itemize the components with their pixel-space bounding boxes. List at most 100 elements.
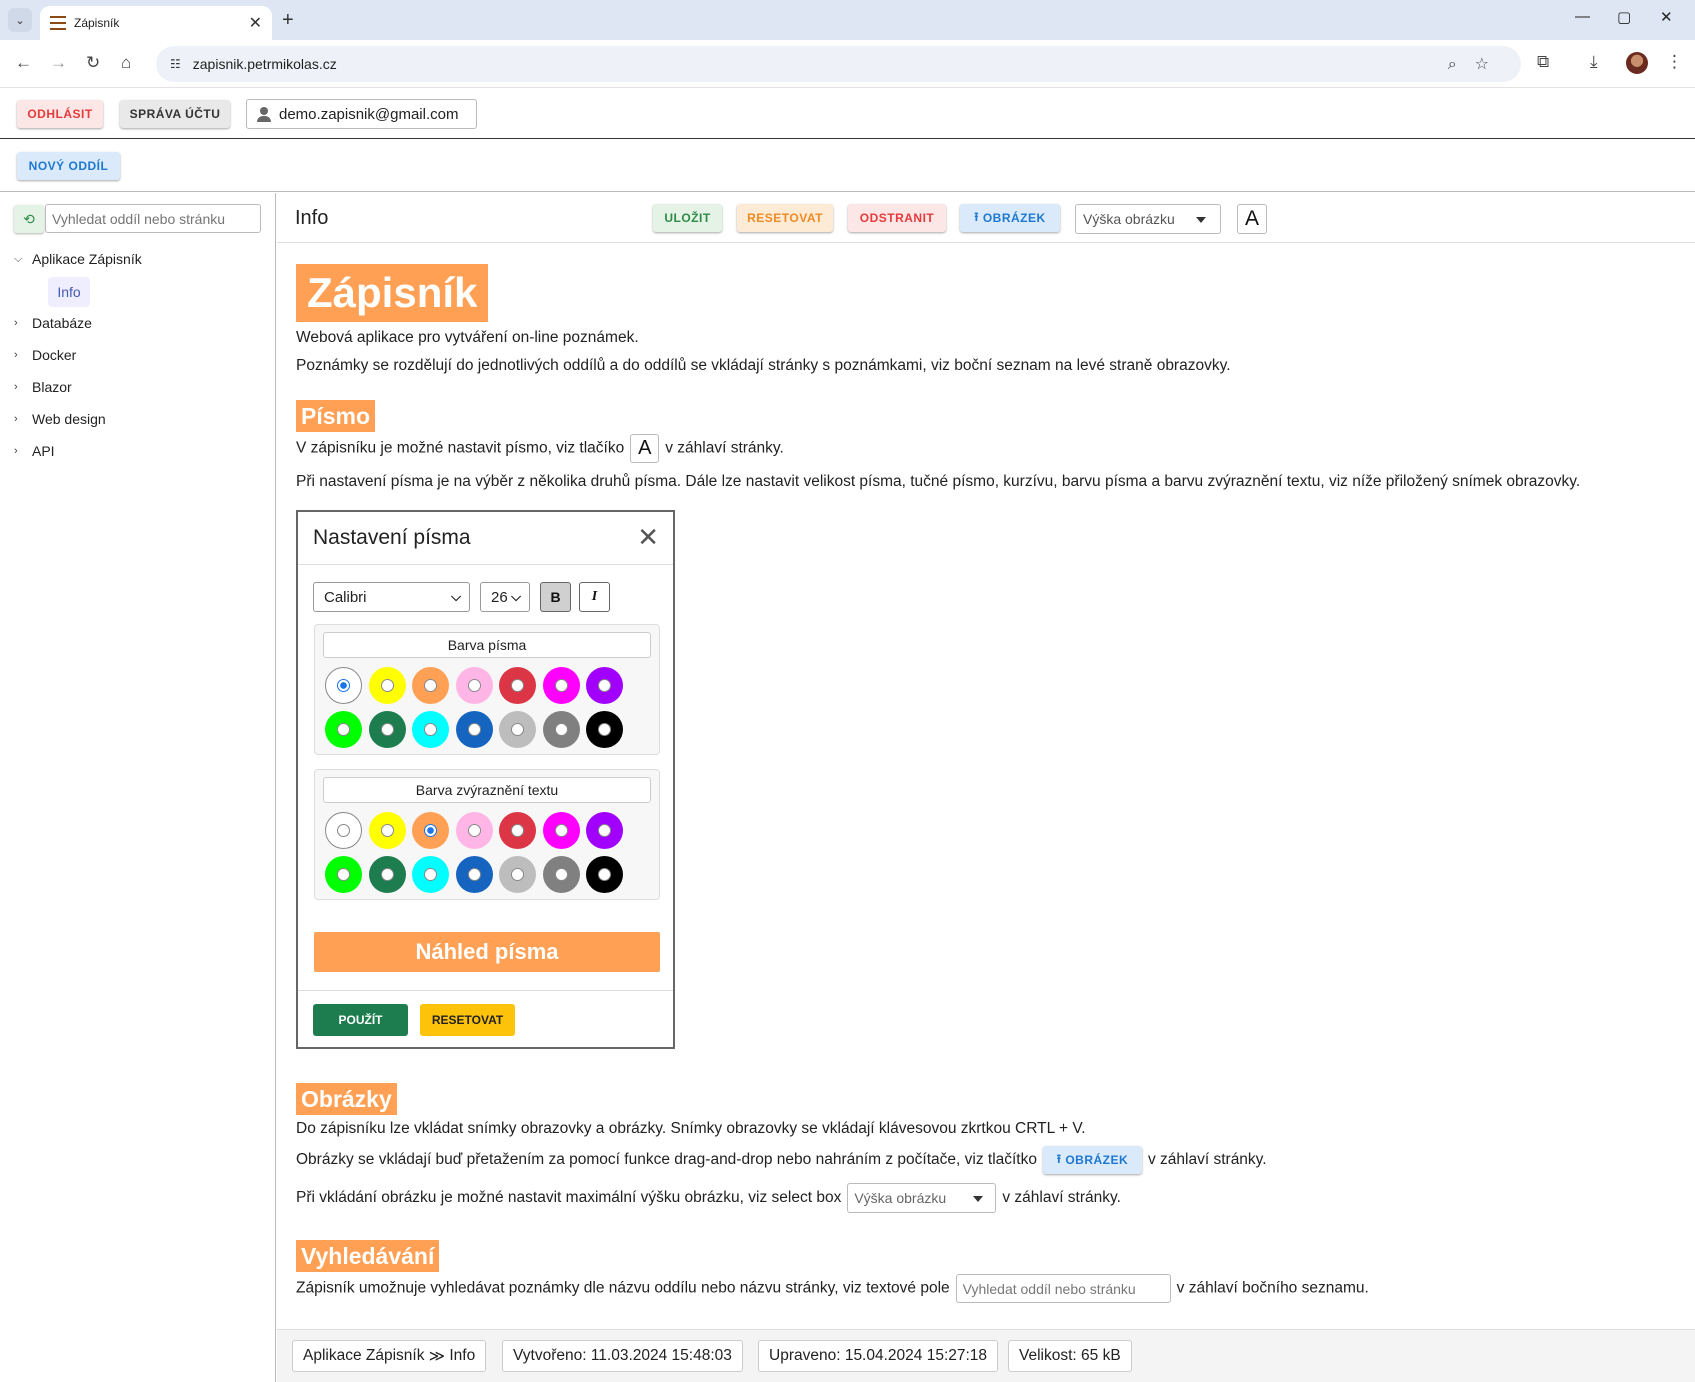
paragraph-text: Obrázky se vkládají buď přetažením za po… (296, 1151, 1037, 1169)
browser-menu-icon[interactable]: ⋮ (1666, 52, 1683, 72)
bookmark-star-icon[interactable]: ☆ (1475, 56, 1507, 73)
divider (298, 990, 673, 991)
dialog-reset-button: RESETOVAT (420, 1004, 515, 1036)
paragraph-text: v záhlaví stránky. (665, 439, 784, 457)
highlight-color-swatch (325, 812, 362, 849)
tree-item-label: Aplikace Zápisník (32, 251, 142, 267)
radio-dot (424, 723, 437, 736)
highlight-color-group: Barva zvýraznění textu (314, 769, 660, 900)
close-window-icon[interactable]: ✕ (1660, 8, 1673, 26)
highlight-color-swatch (368, 856, 406, 893)
paragraph: Poznámky se rozdělují do jednotlivých od… (296, 357, 1231, 374)
tree-item-label: Blazor (32, 379, 72, 395)
minimize-window-icon[interactable]: — (1575, 8, 1590, 25)
font-color-swatch (542, 711, 580, 748)
chevron-right-icon[interactable]: › (14, 381, 32, 393)
font-color-swatch (325, 711, 362, 748)
paragraph: Webová aplikace pro vytváření on-line po… (296, 329, 639, 346)
new-tab-plus-icon[interactable]: + (282, 9, 294, 32)
chevron-down-icon: ⌵ (511, 589, 521, 604)
breadcrumb-separator-icon: ≫ (428, 1347, 446, 1365)
forward-arrow-icon[interactable]: → (50, 53, 67, 73)
site-info-icon[interactable]: ☷ (170, 57, 181, 71)
radio-dot (424, 679, 437, 692)
font-settings-button[interactable]: A (1237, 204, 1267, 234)
save-button[interactable]: ULOŽIT (653, 204, 722, 232)
maximize-window-icon[interactable]: ▢ (1617, 8, 1631, 26)
sidebar-search-input[interactable] (45, 204, 261, 233)
image-height-placeholder: Výška obrázku (1083, 211, 1175, 227)
italic-toggle: I (579, 582, 610, 612)
tree-item-aplikace-zapisnik[interactable]: ⌵ Aplikace Zápisník (14, 251, 142, 267)
tree-item-blazor[interactable]: › Blazor (14, 379, 72, 395)
footer-breadcrumb: Aplikace Zápisník ≫ Info (292, 1340, 487, 1372)
refresh-icon[interactable]: ⟲ (14, 205, 44, 233)
radio-dot (511, 868, 524, 881)
browser-tab[interactable]: Zápisník ✕ (40, 6, 272, 40)
tree-item-docker[interactable]: › Docker (14, 347, 76, 363)
image-upload-button[interactable]: ⭱ OBRÁZEK (960, 204, 1060, 232)
tree-item-api[interactable]: › API (14, 443, 55, 459)
inline-search-input: Vyhledat oddíl nebo stránku (955, 1274, 1171, 1303)
chevron-down-icon: ⌵ (451, 589, 461, 604)
font-family-value: Calibri (324, 588, 367, 606)
radio-dot (380, 824, 394, 837)
radio-dot (554, 679, 568, 692)
font-color-swatch (499, 667, 536, 704)
profile-avatar[interactable] (1626, 52, 1648, 74)
download-icon[interactable]: ⤓ (1590, 52, 1598, 72)
delete-button[interactable]: ODSTRANIT (848, 204, 946, 232)
browser-tab-title: Zápisník (74, 16, 120, 30)
image-height-select[interactable]: Výška obrázku (1075, 204, 1221, 234)
address-bar[interactable]: ☷ zapisnik.petrmikolas.cz ⌕☆ (156, 46, 1521, 82)
radio-dot (424, 824, 437, 837)
radio-dot (380, 679, 394, 692)
close-icon: ✕ (637, 522, 659, 552)
caret-down-icon (1196, 217, 1206, 223)
paragraph-text: Zápisník umožnuje vyhledávat poznámky dl… (296, 1279, 950, 1297)
highlight-color-swatch (542, 812, 580, 849)
paragraph: Do zápisníku lze vkládat snímky obrazovk… (296, 1120, 1086, 1137)
back-arrow-icon[interactable]: ← (15, 53, 32, 73)
paragraph: Zápisník umožnuje vyhledávat poznámky dl… (296, 1274, 1369, 1303)
font-dialog-screenshot: Nastavení písma ✕ Calibri ⌵ 26 ⌵ B I Bar… (296, 510, 675, 1049)
close-tab-icon[interactable]: ✕ (249, 13, 262, 33)
chevron-down-icon[interactable]: ⌵ (14, 253, 32, 266)
paragraph-text: Při vkládání obrázku je možné nastavit m… (296, 1189, 842, 1207)
radio-dot (467, 679, 481, 692)
font-family-select: Calibri ⌵ (313, 582, 470, 612)
radio-dot (598, 723, 611, 736)
page-header: Info ULOŽIT RESETOVAT ODSTRANIT ⭱ OBRÁZE… (277, 193, 1695, 243)
highlight-color-swatch (412, 856, 449, 893)
paragraph: Při nastavení písma je na výběr z několi… (296, 473, 1581, 490)
new-section-button[interactable]: NOVÝ ODDÍL (17, 152, 120, 180)
account-management-button[interactable]: SPRÁVA ÚČTU (120, 100, 230, 128)
zoom-icon[interactable]: ⌕ (1448, 56, 1475, 73)
tree-item-info[interactable]: Info (48, 277, 90, 307)
heading-pismo: Písmo (296, 400, 376, 432)
tree-item-label: Databáze (32, 315, 92, 331)
dialog-title: Nastavení písma (313, 526, 471, 549)
chevron-right-icon[interactable]: › (14, 413, 32, 425)
reset-button[interactable]: RESETOVAT (737, 204, 833, 232)
font-color-swatch (499, 711, 536, 748)
tab-search-chevron-icon[interactable]: ⌄ (8, 8, 32, 32)
logout-button[interactable]: ODHLÁSIT (17, 100, 103, 128)
user-email-box: demo.zapisnik@gmail.com (246, 99, 477, 129)
paragraph-text: v záhlaví stránky. (1148, 1151, 1267, 1169)
radio-dot (511, 824, 524, 837)
font-color-swatch (325, 667, 362, 704)
tree-item-web-design[interactable]: › Web design (14, 411, 106, 427)
chevron-right-icon[interactable]: › (14, 445, 32, 457)
upload-icon: ⭱ (974, 209, 983, 224)
radio-dot (554, 723, 568, 736)
highlight-color-swatch (586, 812, 623, 849)
font-size-select: 26 ⌵ (480, 582, 530, 612)
extensions-icon[interactable]: ⧉ (1537, 52, 1549, 72)
reload-icon[interactable]: ↻ (86, 53, 100, 73)
font-color-group: Barva písma (314, 624, 660, 755)
home-icon[interactable]: ⌂ (121, 53, 131, 73)
chevron-right-icon[interactable]: › (14, 349, 32, 361)
chevron-right-icon[interactable]: › (14, 317, 32, 329)
tree-item-databaze[interactable]: › Databáze (14, 315, 92, 331)
